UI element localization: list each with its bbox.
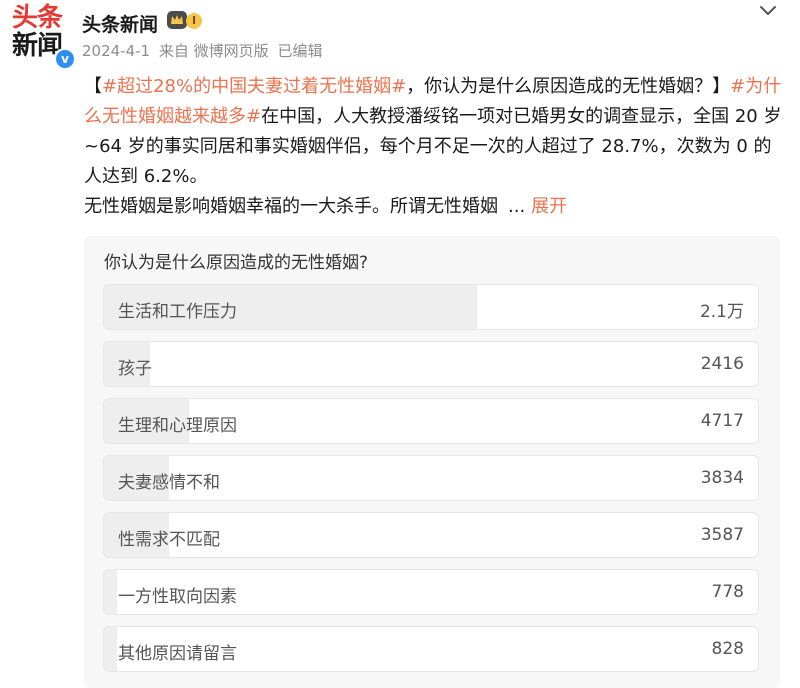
poll-option-count: 828 — [711, 639, 744, 659]
poll-option-count: 778 — [711, 582, 744, 602]
poll-option-bar — [104, 627, 118, 671]
poll-option[interactable]: 其他原因请留言 828 — [103, 626, 759, 672]
poll-option-label: 性需求不匹配 — [118, 530, 220, 550]
ellipsis: ... — [508, 196, 526, 217]
poll-option[interactable]: 生活和工作压力 2.1万 — [103, 284, 759, 330]
poll-option-label: 一方性取向因素 — [118, 587, 237, 607]
level-badge: I — [186, 13, 203, 29]
poll-question: 你认为是什么原因造成的无性婚姻? — [104, 253, 369, 273]
poll-option-label: 夫妻感情不和 — [118, 473, 220, 493]
poll-option[interactable]: 夫妻感情不和 3834 — [103, 455, 759, 501]
poll-option-count: 2416 — [700, 354, 744, 374]
poll-card: 你认为是什么原因造成的无性婚姻? 生活和工作压力 2.1万 孩子 2416 生理… — [84, 236, 780, 688]
poll-option-count: 3587 — [700, 525, 744, 545]
post-date[interactable]: 2024-4-1 — [82, 42, 150, 60]
expand-link[interactable]: 展开 — [531, 196, 567, 217]
poll-option-count: 3834 — [700, 468, 744, 488]
poll-option[interactable]: 生理和心理原因 4717 — [103, 398, 759, 444]
post-content: 【#超过28%的中国夫妻过着无性婚姻#，你认为是什么原因造成的无性婚姻？】#为什… — [84, 72, 784, 222]
avatar-text-line1: 头条 — [12, 3, 63, 33]
poll-option-label: 生理和心理原因 — [118, 416, 237, 436]
chevron-down-icon[interactable] — [758, 4, 778, 18]
bracket-open: 【 — [84, 76, 102, 97]
poll-option-label: 其他原因请留言 — [118, 644, 237, 664]
post-question: ，你认为是什么原因造成的无性婚姻？】 — [406, 76, 731, 97]
post-body-2: 无性婚姻是影响婚姻幸福的一大杀手。所谓无性婚姻 — [84, 196, 498, 217]
post-meta: 2024-4-1 来自 微博网页版 已编辑 — [82, 40, 322, 61]
poll-option-bar — [104, 570, 118, 614]
poll-option[interactable]: 一方性取向因素 778 — [103, 569, 759, 615]
post-source: 来自 微博网页版 — [158, 42, 269, 60]
avatar[interactable]: 头条 新闻 v — [6, 2, 76, 70]
hashtag-link-1[interactable]: #超过28%的中国夫妻过着无性婚姻# — [102, 76, 406, 97]
author-name[interactable]: 头条新闻 — [82, 10, 158, 37]
poll-option[interactable]: 性需求不匹配 3587 — [103, 512, 759, 558]
poll-option-label: 孩子 — [118, 359, 152, 379]
poll-option-count: 2.1万 — [699, 302, 744, 322]
crown-icon — [167, 11, 187, 29]
poll-option-count: 4717 — [700, 411, 744, 431]
poll-option[interactable]: 孩子 2416 — [103, 341, 759, 387]
verified-icon: v — [54, 48, 76, 70]
edited-label[interactable]: 已编辑 — [277, 42, 322, 60]
poll-option-label: 生活和工作压力 — [118, 302, 237, 322]
